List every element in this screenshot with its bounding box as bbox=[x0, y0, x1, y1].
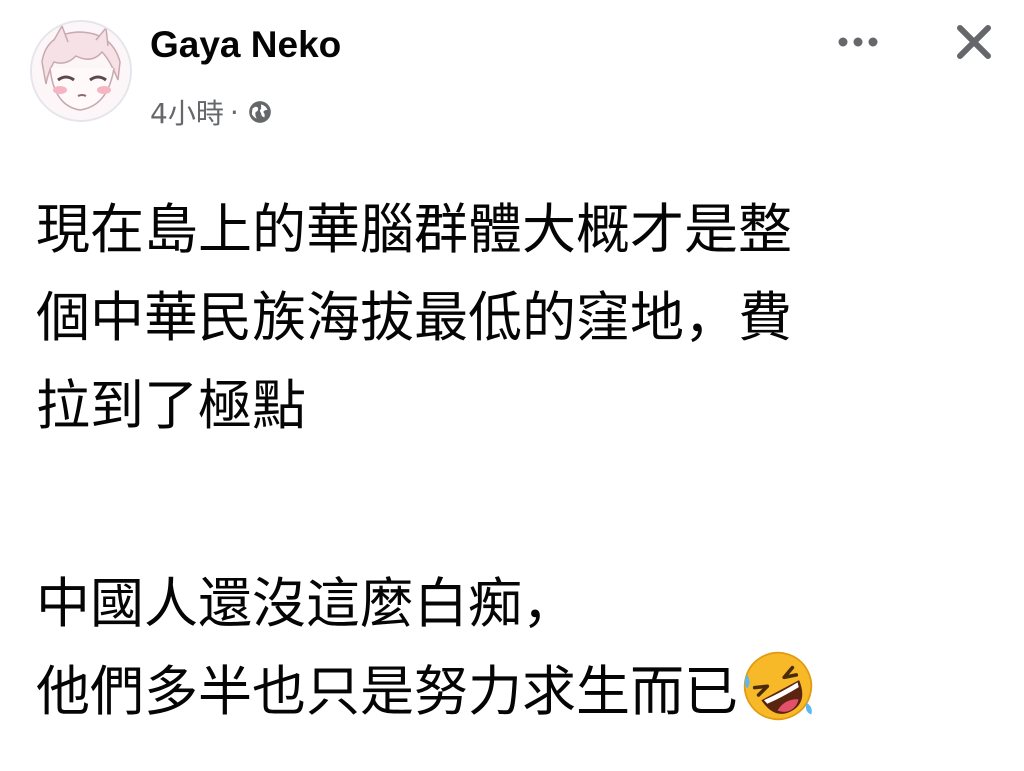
paragraph-break bbox=[36, 450, 996, 560]
post-text: 現在島上的華腦群體大概才是整 個中華民族海拔最低的窪地，費 拉到了極點 中國人還… bbox=[36, 186, 996, 736]
post-text-line: 現在島上的華腦群體大概才是整 bbox=[36, 198, 792, 261]
post-text-line: 他們多半也只是努力求生而已 bbox=[36, 660, 738, 723]
avatar[interactable] bbox=[30, 20, 132, 122]
more-options-button[interactable] bbox=[830, 22, 886, 62]
globe-icon[interactable] bbox=[247, 99, 273, 125]
anime-avatar-icon bbox=[32, 22, 130, 120]
close-icon bbox=[957, 25, 991, 59]
post-timestamp[interactable]: 4小時 bbox=[150, 92, 224, 132]
post-text-line: 中國人還沒這麼白痴， bbox=[36, 572, 576, 635]
rolling-on-floor-laughing-emoji bbox=[743, 651, 813, 721]
close-button[interactable] bbox=[946, 16, 1002, 68]
facebook-post: Gaya Neko 4小時 · 現在島上的華腦群體大概才是整 個中華民族海拔最低… bbox=[0, 0, 1024, 771]
post-text-line-last: 他們多半也只是努力求生而已 bbox=[36, 648, 996, 736]
meta-separator: · bbox=[229, 95, 239, 129]
post-meta: 4小時 · bbox=[150, 92, 273, 132]
post-text-line: 個中華民族海拔最低的窪地，費 bbox=[36, 286, 792, 349]
post-text-line: 拉到了極點 bbox=[36, 374, 306, 437]
author-name[interactable]: Gaya Neko bbox=[150, 24, 341, 66]
more-horizontal-icon bbox=[838, 37, 878, 47]
